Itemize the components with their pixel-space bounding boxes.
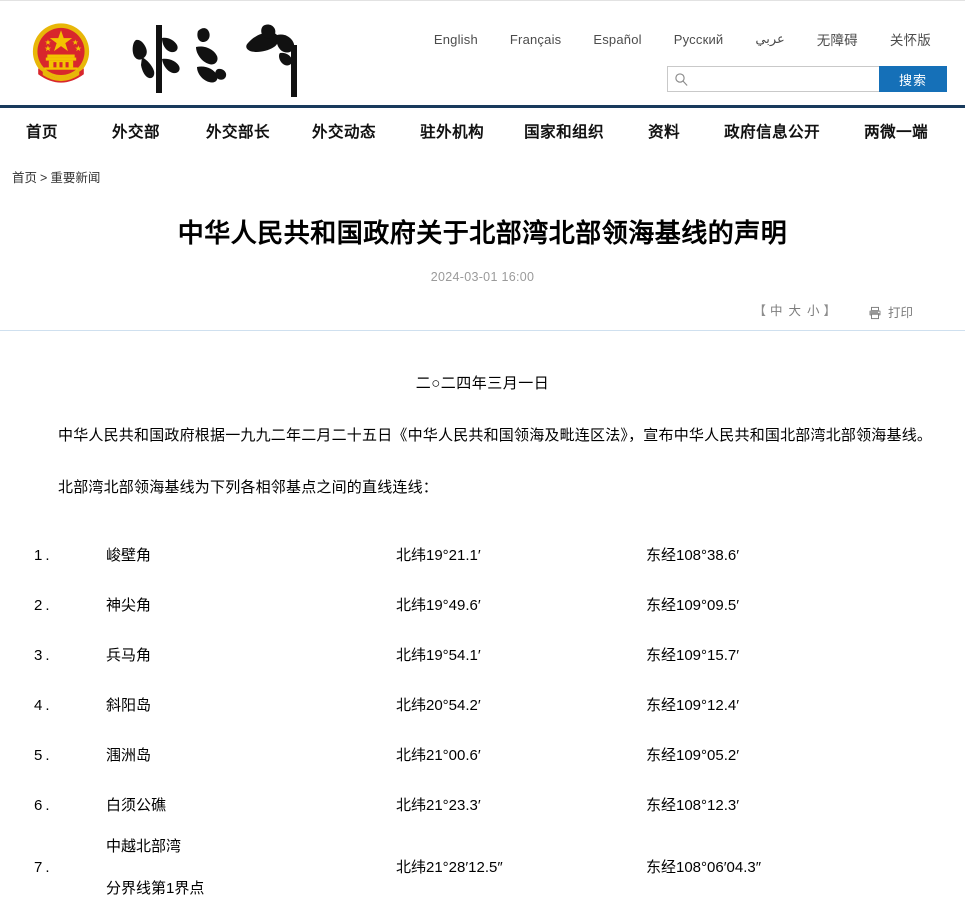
breadcrumb: 首页 > 重要新闻	[0, 153, 965, 187]
article-body: 二○二四年三月一日 中华人民共和国政府根据一九九二年二月二十五日《中华人民共和国…	[0, 369, 965, 899]
breadcrumb-home[interactable]: 首页	[12, 171, 37, 185]
font-size-medium-button[interactable]: 中	[768, 304, 787, 318]
point-latitude: 北纬20°54.2′	[396, 697, 481, 715]
nav-item-government-info[interactable]: 政府信息公开	[724, 120, 820, 142]
main-navigation: 首页 外交部 外交部长 外交动态 驻外机构 国家和组织 资料 政府信息公开 两微…	[0, 105, 965, 153]
language-link-care-version[interactable]: 关怀版	[874, 29, 947, 49]
point-name-line1: 峻壁角	[106, 547, 152, 565]
point-latitude: 北纬21°28′12.5″	[396, 859, 503, 877]
language-link-russian[interactable]: Русский	[658, 32, 740, 47]
breadcrumb-separator: >	[40, 171, 48, 185]
point-name-line1: 白须公礁	[106, 797, 167, 815]
point-longitude: 东经108°38.6′	[646, 547, 740, 565]
point-name-line1: 中越北部湾	[106, 838, 182, 856]
list-item: 2. 神尖角 北纬19°49.6′ 东经109°09.5′	[28, 581, 937, 631]
nav-item-ministry[interactable]: 外交部	[112, 120, 160, 142]
language-link-arabic[interactable]: عربي	[739, 31, 800, 47]
national-emblem-icon	[22, 15, 100, 91]
nav-item-social-media[interactable]: 两微一端	[864, 120, 928, 142]
point-name: 神尖角	[106, 593, 396, 619]
article-toolbar: 【中大小】 打印	[0, 300, 965, 322]
point-name-line1: 兵马角	[106, 647, 152, 665]
list-item: 7. 中越北部湾 分界线第1界点 北纬21°28′12.5″ 东经108°06′…	[28, 831, 937, 899]
point-latitude: 北纬19°21.1′	[396, 547, 481, 565]
point-number: 5.	[34, 747, 53, 765]
point-number: 4.	[34, 697, 53, 715]
nav-item-home[interactable]: 首页	[26, 120, 58, 142]
point-longitude: 东经109°12.4′	[646, 697, 740, 715]
point-longitude: 东经109°05.2′	[646, 747, 740, 765]
list-item: 4. 斜阳岛 北纬20°54.2′ 东经109°12.4′	[28, 681, 937, 731]
site-header: English Français Español Русский عربي 无障…	[0, 1, 965, 105]
point-name: 斜阳岛	[106, 693, 396, 719]
page-root: English Français Español Русский عربي 无障…	[0, 0, 965, 899]
point-number: 1.	[34, 547, 53, 565]
statement-date-line: 二○二四年三月一日	[415, 375, 550, 393]
nav-item-minister[interactable]: 外交部长	[206, 120, 270, 142]
nav-item-news[interactable]: 外交动态	[312, 120, 376, 142]
point-name: 中越北部湾 分界线第1界点	[106, 834, 396, 899]
language-link-francais[interactable]: Français	[494, 32, 577, 47]
point-name-line1: 涠洲岛	[106, 747, 152, 765]
language-link-english[interactable]: English	[418, 32, 494, 47]
breadcrumb-current[interactable]: 重要新闻	[50, 171, 100, 185]
font-size-controls: 【中大小】	[753, 300, 838, 319]
search-icon	[674, 72, 689, 87]
search-box: 搜索	[667, 66, 947, 92]
language-link-espanol[interactable]: Español	[577, 32, 657, 47]
point-name: 涠洲岛	[106, 743, 396, 769]
point-latitude: 北纬19°54.1′	[396, 647, 481, 665]
print-label: 打印	[887, 305, 913, 320]
article-header: 中华人民共和国政府关于北部湾北部领海基线的声明 2024-03-01 16:00	[0, 187, 965, 284]
page-title: 中华人民共和国政府关于北部湾北部领海基线的声明	[177, 218, 788, 249]
list-item: 3. 兵马角 北纬19°54.1′ 东经109°15.7′	[28, 631, 937, 681]
paragraph-1: 中华人民共和国政府根据一九九二年二月二十五日《中华人民共和国领海及毗连区法》，宣…	[58, 427, 933, 445]
nav-item-resources[interactable]: 资料	[648, 120, 680, 142]
point-longitude: 东经108°12.3′	[646, 797, 740, 815]
point-name: 峻壁角	[106, 543, 396, 569]
print-button[interactable]: 打印	[868, 302, 913, 323]
point-name-line1: 神尖角	[106, 597, 152, 615]
bracket-close: 】	[823, 304, 839, 319]
search-input[interactable]	[668, 67, 879, 91]
list-item: 1. 峻壁角 北纬19°21.1′ 东经108°38.6′	[28, 531, 937, 581]
point-latitude: 北纬19°49.6′	[396, 597, 481, 615]
point-latitude: 北纬21°23.3′	[396, 797, 481, 815]
point-name: 兵马角	[106, 643, 396, 669]
nav-item-countries[interactable]: 国家和组织	[524, 120, 604, 142]
bracket-open: 【	[753, 304, 768, 319]
point-number: 2.	[34, 597, 53, 615]
printer-icon	[868, 306, 885, 323]
point-longitude: 东经109°15.7′	[646, 647, 740, 665]
point-longitude: 东经108°06′04.3″	[646, 859, 762, 877]
language-bar: English Français Español Русский عربي 无障…	[418, 29, 947, 49]
list-item: 6. 白须公礁 北纬21°23.3′ 东经108°12.3′	[28, 781, 937, 831]
publish-datetime: 2024-03-01 16:00	[430, 270, 535, 285]
list-item: 5. 涠洲岛 北纬21°00.6′ 东经109°05.2′	[28, 731, 937, 781]
point-latitude: 北纬21°00.6′	[396, 747, 481, 765]
point-name: 白须公礁	[106, 793, 396, 819]
content-divider	[0, 330, 965, 332]
point-name-line1: 斜阳岛	[106, 697, 152, 715]
point-number: 7.	[34, 859, 53, 877]
font-size-large-button[interactable]: 大	[786, 304, 805, 318]
search-button[interactable]: 搜索	[879, 66, 947, 92]
font-size-small-button[interactable]: 小	[805, 304, 824, 318]
nav-item-missions[interactable]: 驻外机构	[420, 120, 484, 142]
baseline-points-list: 1. 峻壁角 北纬19°21.1′ 东经108°38.6′ 2. 神尖角 北纬1…	[28, 531, 937, 899]
point-number: 6.	[34, 797, 53, 815]
point-name-line2: 分界线第1界点	[106, 880, 205, 898]
paragraph-2: 北部湾北部领海基线为下列各相邻基点之间的直线连线：	[58, 479, 439, 497]
language-link-accessibility[interactable]: 无障碍	[801, 29, 874, 49]
point-number: 3.	[34, 647, 53, 665]
point-longitude: 东经109°09.5′	[646, 597, 740, 615]
search-field[interactable]	[667, 66, 879, 92]
site-logo[interactable]	[122, 13, 322, 101]
